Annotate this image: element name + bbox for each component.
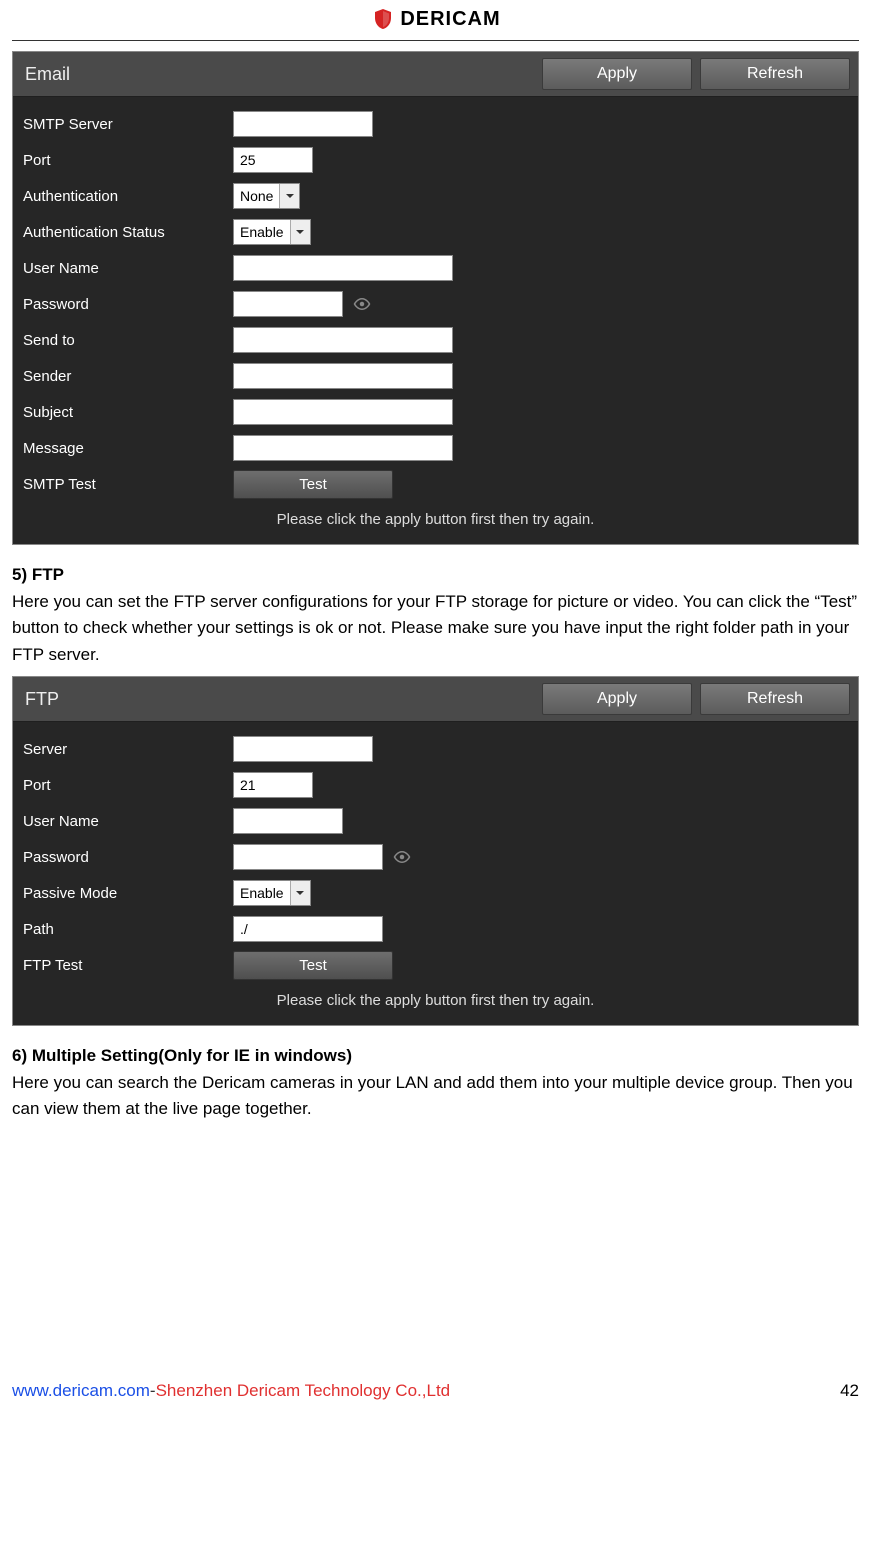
sender-label: Sender [23,368,233,385]
chevron-down-icon [290,220,310,244]
apply-button[interactable]: Apply [542,683,692,715]
ftp-hint-text: Please click the apply button first then… [23,984,848,1011]
authentication-select[interactable]: None [233,183,300,209]
eye-icon[interactable] [391,846,413,868]
email-panel-header: Email Apply Refresh [13,52,858,97]
path-input[interactable] [233,916,383,942]
ftp-panel-title: FTP [21,689,59,710]
ftp-test-label: FTP Test [23,957,233,974]
sendto-label: Send to [23,332,233,349]
brand-name: DERICAM [400,8,500,31]
password-label: Password [23,296,233,313]
page-header: DERICAM [12,0,859,41]
message-input[interactable] [233,435,453,461]
message-label: Message [23,440,233,457]
ftp-username-label: User Name [23,813,233,830]
test-button[interactable]: Test [233,951,393,980]
username-label: User Name [23,260,233,277]
ftp-port-label: Port [23,777,233,794]
chevron-down-icon [279,184,299,208]
passive-mode-value: Enable [240,885,284,901]
authentication-label: Authentication [23,188,233,205]
eye-icon[interactable] [351,293,373,315]
authentication-status-select[interactable]: Enable [233,219,311,245]
smtp-server-label: SMTP Server [23,116,233,133]
page-footer: www.dericam.com-Shenzhen Dericam Technol… [0,1381,871,1401]
section-6-heading: 6) Multiple Setting(Only for IE in windo… [12,1046,859,1066]
page-number: 42 [840,1381,859,1401]
authentication-value: None [240,188,273,204]
ftp-password-input[interactable] [233,844,383,870]
ftp-username-input[interactable] [233,808,343,834]
username-input[interactable] [233,255,453,281]
section-5-paragraph: Here you can set the FTP server configur… [12,589,859,668]
chevron-down-icon [290,881,310,905]
subject-input[interactable] [233,399,453,425]
section-6-paragraph: Here you can search the Dericam cameras … [12,1070,859,1123]
sendto-input[interactable] [233,327,453,353]
subject-label: Subject [23,404,233,421]
passive-mode-select[interactable]: Enable [233,880,311,906]
refresh-button[interactable]: Refresh [700,683,850,715]
footer-left: www.dericam.com-Shenzhen Dericam Technol… [12,1381,450,1401]
apply-button[interactable]: Apply [542,58,692,90]
path-label: Path [23,921,233,938]
sender-input[interactable] [233,363,453,389]
footer-company: Shenzhen Dericam Technology Co.,Ltd [156,1381,451,1400]
password-input[interactable] [233,291,343,317]
passive-mode-label: Passive Mode [23,885,233,902]
ftp-settings-panel: FTP Apply Refresh Server Port User Name … [12,676,859,1026]
brand-logo: DERICAM [370,6,500,32]
authentication-status-label: Authentication Status [23,224,233,241]
port-label: Port [23,152,233,169]
email-settings-panel: Email Apply Refresh SMTP Server Port Aut… [12,51,859,545]
smtp-server-input[interactable] [233,111,373,137]
ftp-panel-header: FTP Apply Refresh [13,677,858,722]
server-input[interactable] [233,736,373,762]
ftp-port-input[interactable] [233,772,313,798]
refresh-button[interactable]: Refresh [700,58,850,90]
test-button[interactable]: Test [233,470,393,499]
ftp-password-label: Password [23,849,233,866]
port-input[interactable] [233,147,313,173]
brand-shield-icon [370,6,396,32]
email-panel-title: Email [21,64,70,85]
section-5-heading: 5) FTP [12,565,859,585]
smtp-test-label: SMTP Test [23,476,233,493]
server-label: Server [23,741,233,758]
footer-site: www.dericam.com [12,1381,150,1400]
email-hint-text: Please click the apply button first then… [23,503,848,530]
authentication-status-value: Enable [240,224,284,240]
